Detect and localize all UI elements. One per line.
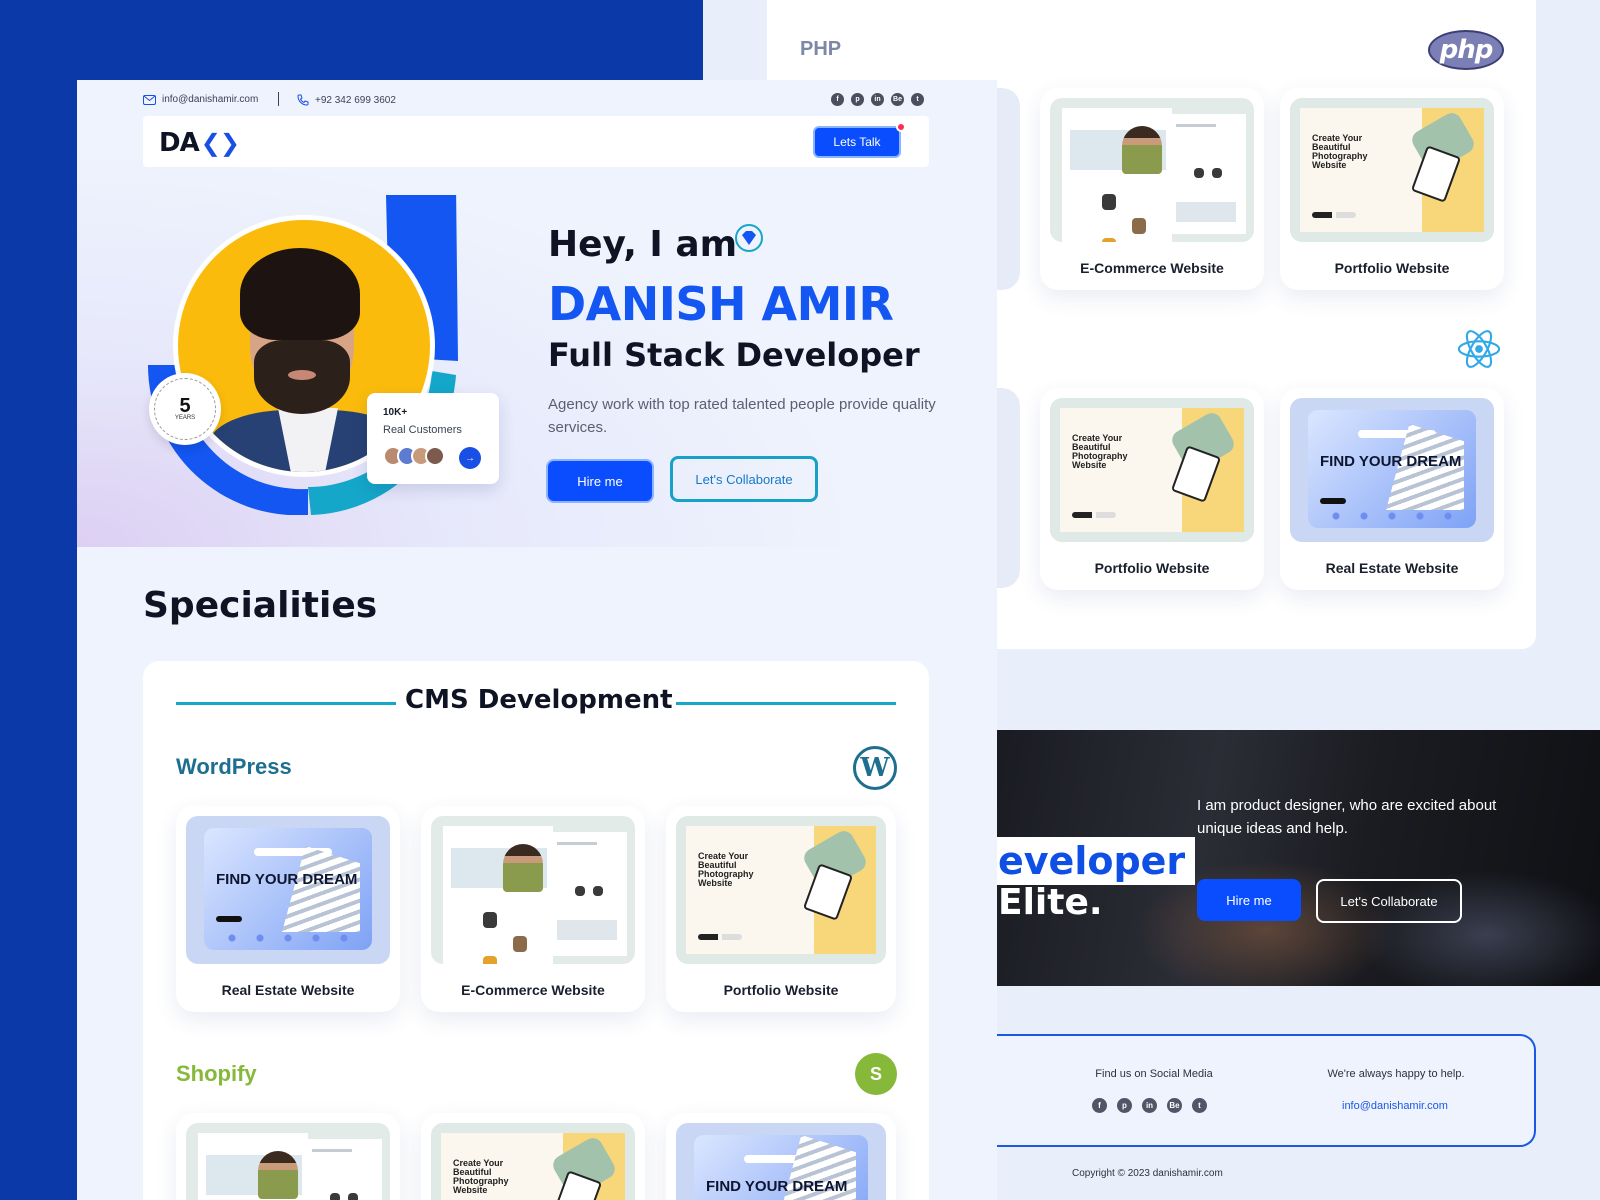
pinterest-icon[interactable]: p — [1117, 1098, 1132, 1113]
portfolio-thumbnail: Create Your Beautiful Photography Websit… — [676, 816, 886, 964]
behance-icon[interactable]: Be — [891, 93, 904, 106]
project-card-portfolio[interactable]: Create Your Beautiful Photography Websit… — [1040, 388, 1264, 590]
divider — [676, 702, 896, 705]
project-card-portfolio[interactable]: Create Your Beautiful Photography Websit… — [421, 1113, 645, 1200]
project-card-title: Portfolio Website — [1334, 260, 1450, 276]
project-card-title: E-Commerce Website — [1080, 260, 1224, 276]
hero-role: Full Stack Developer — [548, 336, 920, 374]
logo-text: DA — [159, 128, 200, 158]
php-section-label: PHP — [800, 38, 842, 60]
customers-card: 10K+ Real Customers → — [367, 393, 499, 484]
wordpress-label: WordPress — [176, 754, 292, 779]
project-card-title: Real Estate Website — [1325, 560, 1459, 576]
project-card-realestate[interactable]: FIND YOUR DREAM — [666, 1113, 896, 1200]
customer-avatars — [383, 446, 445, 466]
shopify-bag-icon: S — [855, 1053, 897, 1095]
customers-label: Real Customers — [383, 424, 462, 436]
pinterest-icon[interactable]: p — [851, 93, 864, 106]
hero-name: DANISH AMIR — [548, 277, 894, 331]
footer-contact-box — [964, 1034, 1536, 1147]
specialities-title: Specialities — [143, 585, 378, 626]
hero-greeting: Hey, I am — [548, 224, 738, 265]
php-logo-icon: php — [1428, 30, 1504, 70]
lets-collaborate-button[interactable]: Let's Collaborate — [670, 456, 818, 502]
project-card-portfolio[interactable]: Create Your Beautiful Photography Websit… — [1280, 88, 1504, 290]
project-card-portfolio[interactable]: Create Your Beautiful Photography Websit… — [666, 806, 896, 1012]
twitter-icon[interactable]: t — [911, 93, 924, 106]
shopify-label: Shopify — [176, 1061, 257, 1086]
realestate-thumbnail: FIND YOUR DREAM — [676, 1123, 886, 1200]
facebook-icon[interactable]: f — [831, 93, 844, 106]
experience-badge: 5 YEARS — [149, 373, 221, 445]
ecommerce-thumbnail — [1050, 98, 1254, 242]
divider — [176, 702, 396, 705]
banner-collaborate-button[interactable]: Let's Collaborate — [1316, 879, 1462, 923]
portfolio-thumbnail: Create Your Beautiful Photography Websit… — [1050, 398, 1254, 542]
project-card-title: E-Commerce Website — [461, 982, 605, 998]
footer-social-title: Find us on Social Media — [1095, 1068, 1213, 1080]
project-card-title: Portfolio Website — [1094, 560, 1210, 576]
project-card-ecommerce[interactable] — [176, 1113, 400, 1200]
footer-email-link[interactable]: info@danishamir.com — [1342, 1100, 1448, 1112]
linkedin-icon[interactable]: in — [871, 93, 884, 106]
mail-icon — [143, 94, 156, 105]
project-card-title: Real Estate Website — [221, 982, 355, 998]
portfolio-thumbnail: Create Your Beautiful Photography Websit… — [431, 1123, 635, 1200]
wordpress-icon: W — [853, 746, 897, 790]
twitter-icon[interactable]: t — [1192, 1098, 1207, 1113]
banner-text: I am product designer, who are excited a… — [1197, 797, 1497, 837]
topbar-email[interactable]: info@danishamir.com — [143, 94, 258, 105]
ecommerce-thumbnail — [186, 1123, 390, 1200]
behance-icon[interactable]: Be — [1167, 1098, 1182, 1113]
topbar-social-icons: f p in Be t — [831, 93, 924, 106]
project-card-realestate[interactable]: FIND YOUR DREAM Real Estate Website — [1280, 388, 1504, 590]
realestate-thumbnail: FIND YOUR DREAM — [1290, 398, 1494, 542]
topbar-phone-text: +92 342 699 3602 — [315, 94, 396, 106]
specialities-panel: CMS Development WordPress W FIND YOUR DR… — [143, 661, 929, 1200]
footer-help-title: We're always happy to help. — [1327, 1068, 1465, 1080]
hero-description: Agency work with top rated talented peop… — [548, 396, 936, 436]
linkedin-icon[interactable]: in — [1142, 1098, 1157, 1113]
hire-me-button[interactable]: Hire me — [546, 459, 654, 503]
cms-development-title: CMS Development — [405, 685, 673, 715]
topbar-phone[interactable]: +92 342 699 3602 — [297, 94, 396, 106]
phone-icon — [297, 94, 309, 106]
ecommerce-thumbnail — [431, 816, 635, 964]
project-card-ecommerce[interactable]: E-Commerce Website — [1040, 88, 1264, 290]
notification-dot — [896, 122, 906, 132]
copyright: Copyright © 2023 danishamir.com — [1072, 1168, 1223, 1179]
navbar: DA ❮❯ Lets Talk — [143, 116, 929, 167]
banner-headline-1: eveloper — [996, 837, 1196, 885]
arrow-right-icon[interactable]: → — [459, 447, 481, 469]
facebook-icon[interactable]: f — [1092, 1098, 1107, 1113]
site-logo[interactable]: DA ❮❯ — [159, 128, 240, 158]
footer-social-icons: f p in Be t — [1092, 1098, 1207, 1113]
project-card-title: Portfolio Website — [723, 982, 839, 998]
portfolio-thumbnail: Create Your Beautiful Photography Websit… — [1290, 98, 1494, 242]
project-card-ecommerce[interactable]: E-Commerce Website — [421, 806, 645, 1012]
code-brackets-icon: ❮❯ — [200, 129, 240, 157]
avatar — [425, 446, 445, 466]
diamond-icon — [735, 224, 763, 252]
banner-hire-button[interactable]: Hire me — [1197, 879, 1301, 921]
topbar-email-text: info@danishamir.com — [162, 94, 259, 105]
banner-headline-2: Elite. — [998, 882, 1103, 923]
react-icon — [1457, 330, 1501, 368]
realestate-thumbnail: FIND YOUR DREAM — [186, 816, 390, 964]
project-card-realestate[interactable]: FIND YOUR DREAM Real Estate Website — [176, 806, 400, 1012]
lets-talk-button[interactable]: Lets Talk — [813, 126, 901, 158]
customers-count: 10K+ — [383, 407, 408, 418]
portfolio-homepage: info@danishamir.com +92 342 699 3602 f p… — [77, 80, 997, 1200]
topbar-divider — [278, 92, 279, 106]
